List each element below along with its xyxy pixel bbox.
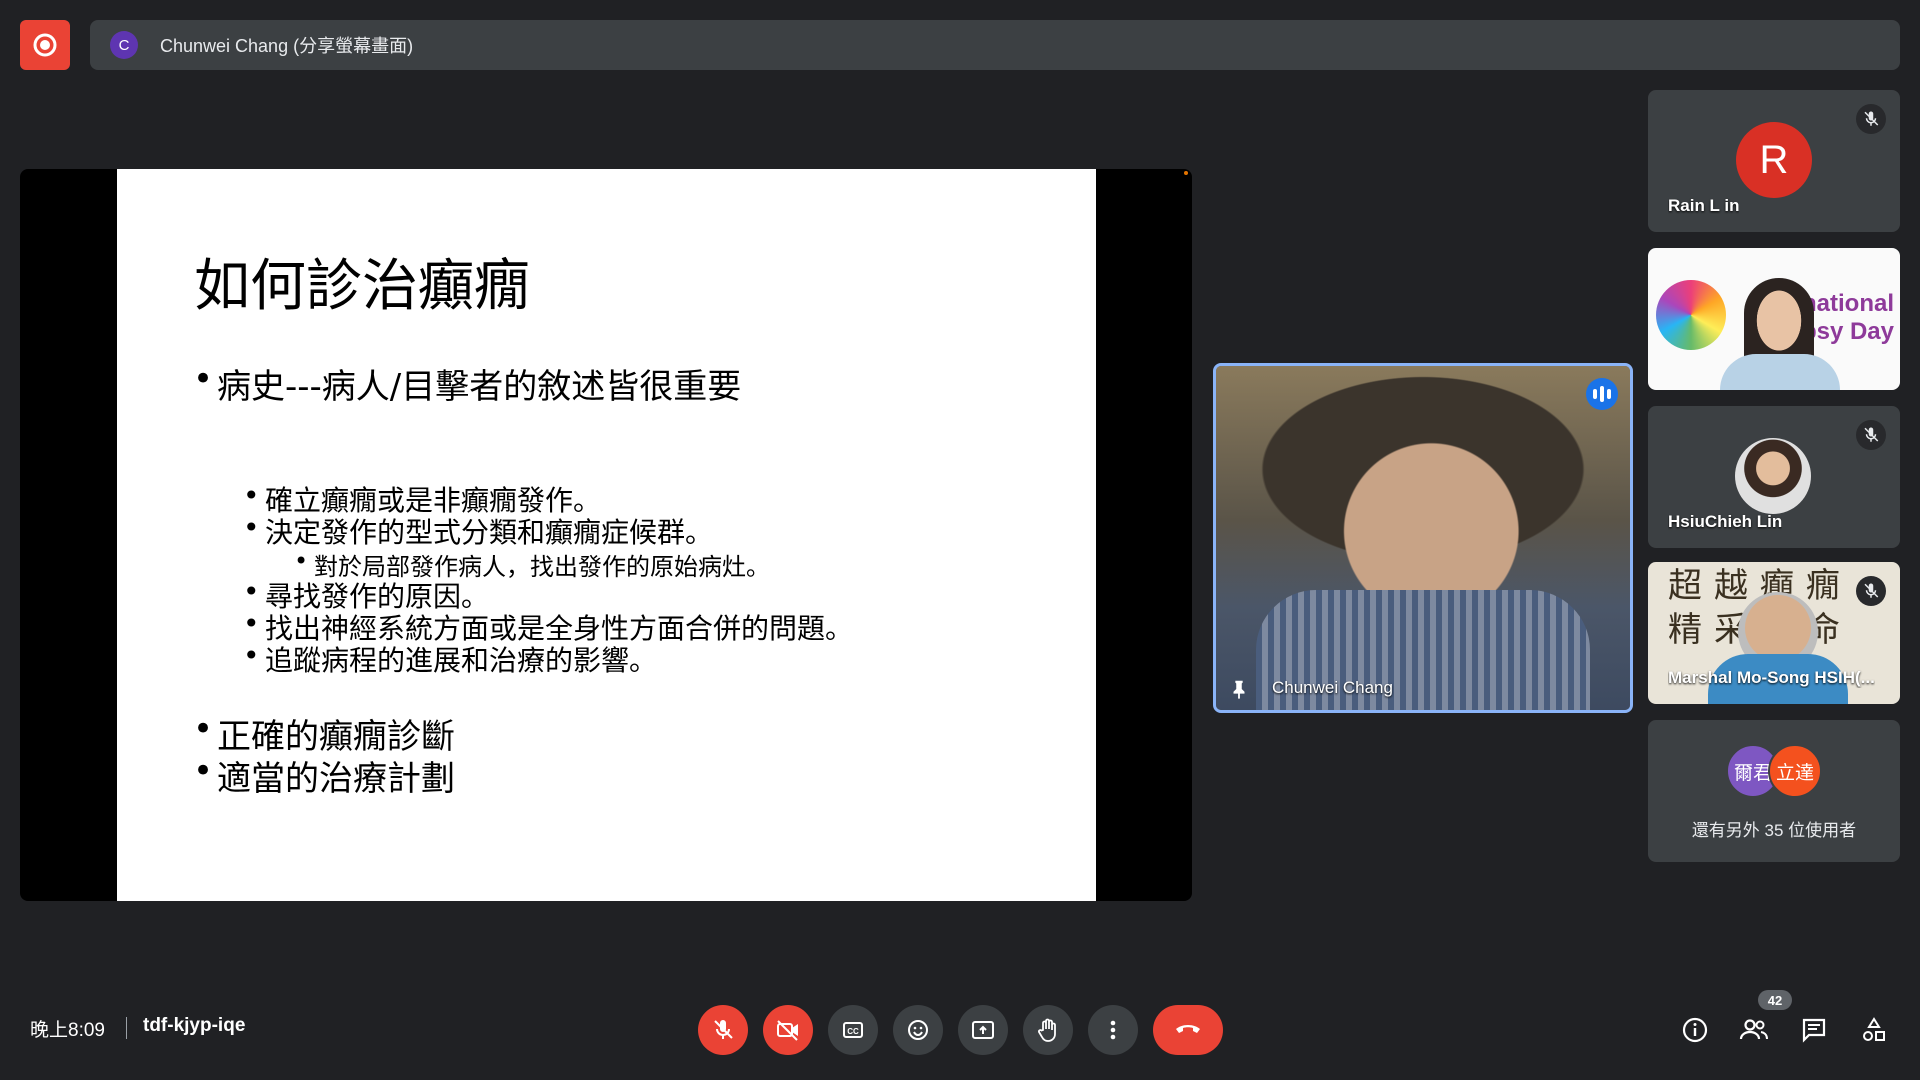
participant-shirt [1720, 354, 1840, 390]
participant-tile[interactable]: 超越癲癇精采人命 Marshal Mo-Song HSIH(... [1648, 562, 1900, 704]
mic-off-icon [1856, 576, 1886, 606]
activities-button[interactable] [1856, 1012, 1892, 1048]
slide-sub-bullet: 決定發作的型式分類和癲癇症候群。 [243, 511, 713, 551]
banner-line: psy Day [1801, 318, 1894, 345]
chat-button[interactable] [1796, 1012, 1832, 1048]
avatar [1735, 438, 1811, 514]
shared-screen[interactable]: 如何診治癲癇 病史---病人/目擊者的敘述皆很重要 確立癲癇或是非癲癇發作。 決… [20, 169, 1192, 901]
speaker-name: Chunwei Chang [1272, 678, 1393, 697]
avatar: 立達 [1768, 744, 1822, 798]
participant-name: Marshal Mo-Song HSIH(... [1668, 668, 1875, 687]
emoji-icon [908, 1020, 928, 1040]
participant-name: Rain L in [1668, 196, 1740, 215]
mic-off-icon [1856, 420, 1886, 450]
others-tile[interactable]: 爾君 立達 還有另外 35 位使用者 [1648, 720, 1900, 862]
chat-icon [1802, 1018, 1826, 1043]
recording-button[interactable] [20, 20, 70, 70]
reactions-button[interactable] [893, 1005, 943, 1055]
participant-tile[interactable]: R Rain L in [1648, 90, 1900, 232]
participant-name: HsiuChieh Lin [1668, 512, 1783, 531]
others-count-text: 還有另外 35 位使用者 [1691, 821, 1857, 840]
banner-text: national psy Day [1802, 290, 1894, 346]
slide-bullet: 病史---病人/目擊者的敘述皆很重要 [193, 359, 741, 408]
presenter-avatar: C [110, 31, 138, 59]
activities-icon [1863, 1017, 1885, 1041]
slide-sub-bullet: 追蹤病程的進展和治療的影響。 [243, 639, 657, 679]
camera-toggle-button[interactable] [763, 1005, 813, 1055]
present-icon [972, 1021, 994, 1039]
people-count-badge: 42 [1758, 990, 1792, 1010]
presentation-bar: C Chunwei Chang (分享螢幕畫面) [90, 20, 1900, 70]
mic-off-icon [1856, 104, 1886, 134]
record-icon [33, 33, 57, 57]
mic-off-icon [714, 1020, 733, 1039]
presenter-label: Chunwei Chang (分享螢幕畫面) [160, 36, 414, 56]
activity-dot [1184, 171, 1188, 175]
banner-line: national [1801, 290, 1894, 317]
presentation-slide: 如何診治癲癇 病史---病人/目擊者的敘述皆很重要 確立癲癇或是非癲癇發作。 決… [117, 169, 1096, 901]
divider [126, 1017, 127, 1039]
camera-off-icon [777, 1020, 798, 1041]
present-button[interactable] [958, 1005, 1008, 1055]
meeting-details-button[interactable] [1677, 1012, 1713, 1048]
people-button[interactable] [1736, 1012, 1772, 1048]
more-icon [1110, 1020, 1116, 1040]
meeting-code: tdf-kjyp-iqe [143, 1015, 246, 1036]
info-icon [1682, 1017, 1708, 1043]
speaking-indicator-icon [1586, 378, 1618, 410]
others-avatars: 爾君 立達 [1648, 744, 1900, 798]
more-options-button[interactable] [1088, 1005, 1138, 1055]
participant-tile[interactable]: national psy Day [1648, 248, 1900, 390]
svg-text:CC: CC [847, 1027, 859, 1036]
raise-hand-button[interactable] [1023, 1005, 1073, 1055]
slide-bullet: 適當的治療計劃 [193, 751, 455, 800]
mic-toggle-button[interactable] [698, 1005, 748, 1055]
captions-button[interactable]: CC [828, 1005, 878, 1055]
avatar: R [1736, 122, 1812, 198]
raise-hand-icon [1038, 1018, 1056, 1042]
captions-icon: CC [843, 1022, 863, 1038]
speaker-video-tile[interactable]: Chunwei Chang [1213, 363, 1633, 713]
pin-icon[interactable] [1228, 678, 1250, 700]
participant-tile[interactable]: HsiuChieh Lin [1648, 406, 1900, 548]
people-icon [1739, 1019, 1768, 1040]
logo-flower [1656, 280, 1726, 350]
meeting-time: 晚上8:09 [30, 1020, 105, 1041]
slide-title: 如何診治癲癇 [194, 254, 530, 319]
leave-call-button[interactable] [1153, 1005, 1223, 1055]
hangup-icon [1176, 1025, 1200, 1033]
